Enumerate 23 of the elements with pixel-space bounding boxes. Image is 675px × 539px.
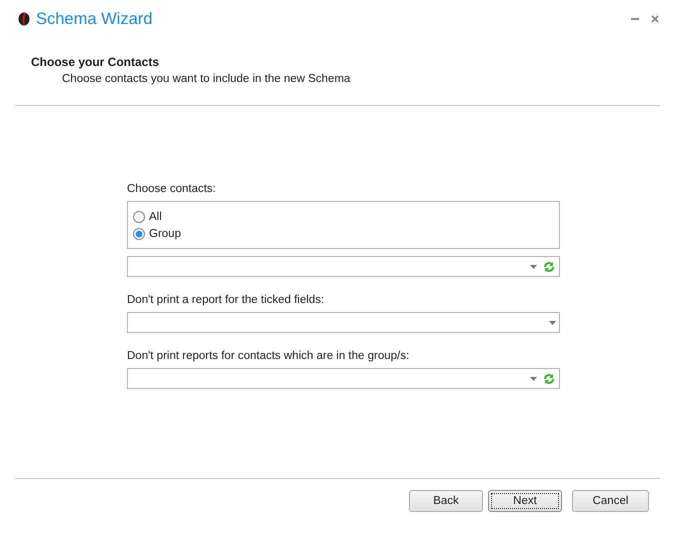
dropdown-field[interactable] <box>127 312 560 333</box>
caret-icon <box>530 376 537 380</box>
wizard-button[interactable]: Cancel <box>572 490 649 512</box>
caret-icon <box>530 264 537 268</box>
field-label: Choose contacts: <box>127 183 216 195</box>
dropdown-field[interactable] <box>127 368 560 389</box>
wizard-button[interactable]: Back <box>409 490 483 512</box>
window-title: Schema Wizard <box>36 10 154 28</box>
radio-option[interactable]: Group <box>133 228 181 240</box>
radio-option[interactable]: All <box>133 210 162 222</box>
radio-icon <box>133 228 145 240</box>
page-title: Choose your Contacts <box>31 55 160 69</box>
close-icon[interactable] <box>651 15 659 23</box>
field-label: Don't print reports for contacts which are in the group/s: <box>127 350 410 362</box>
field-label: Don't print a report for the ticked fields: <box>127 294 324 306</box>
caret-icon <box>549 320 556 324</box>
dropdown-field[interactable] <box>127 256 560 277</box>
flame-logo-icon <box>18 12 30 26</box>
page-subtitle: Choose contacts you want to include in the new Schema <box>62 73 352 85</box>
radio-icon <box>133 210 145 222</box>
refresh-icon[interactable] <box>542 372 556 386</box>
refresh-icon[interactable] <box>542 260 556 274</box>
wizard-button[interactable]: Next <box>488 490 562 512</box>
